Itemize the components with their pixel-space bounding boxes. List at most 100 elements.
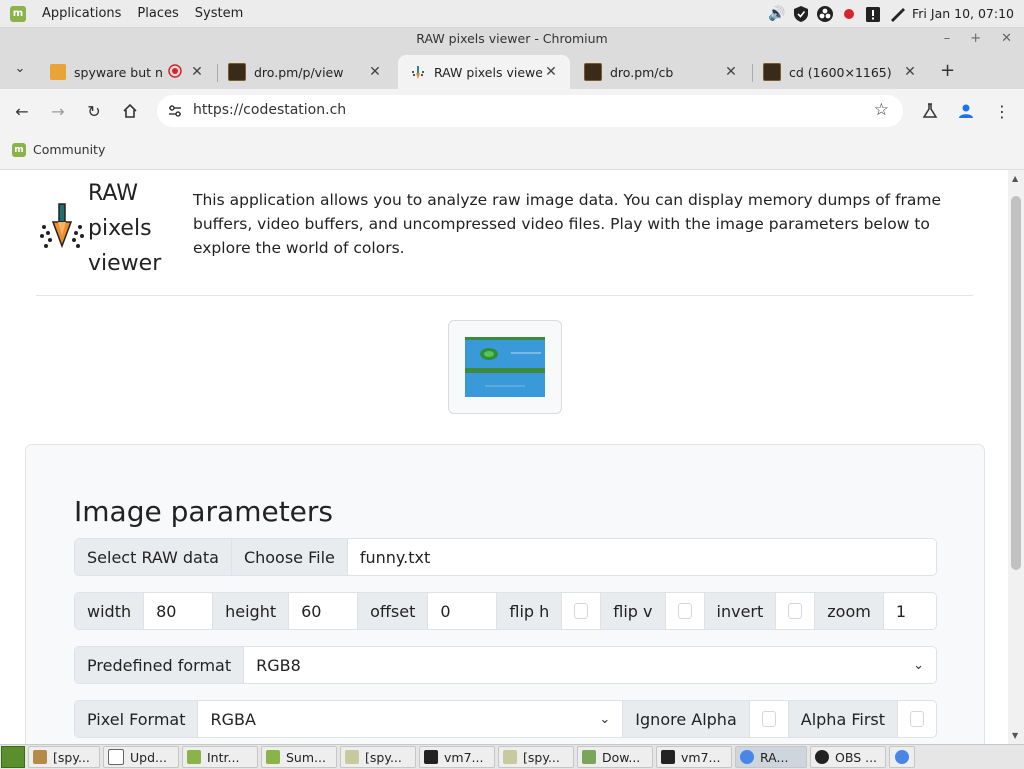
taskbar-item[interactable]: vm7... [419,746,495,768]
close-tab-icon[interactable]: ✕ [901,64,919,80]
terminal-icon [661,750,675,764]
taskbar-label: Sum... [286,749,326,765]
system-menu: m Applications Places System [10,5,243,22]
back-arrow-icon[interactable]: ← [10,99,34,123]
taskbar-item[interactable]: [spy... [498,746,574,768]
taskbar-item[interactable]: Upd... [103,746,179,768]
bookmark-community[interactable]: m Community [12,142,105,157]
taskbar-label: vm7... [444,749,484,765]
predefined-format-value: RGB8 [256,655,301,675]
close-window-button[interactable]: ✕ [1001,28,1012,50]
page-scrollbar[interactable]: ▲ ▼ [1008,170,1024,744]
alpha-first-label: Alpha First [788,701,898,737]
invert-checkbox[interactable] [776,593,816,629]
ignore-alpha-checkbox[interactable] [749,701,789,737]
address-bar[interactable]: https://codestation.ch ☆ [157,95,903,127]
maximize-button[interactable]: + [970,28,981,50]
browser-toolbar: ← → ↻ https://codestation.ch ☆ ⋮ [0,89,1024,133]
taskbar-item[interactable]: OBS ... [810,746,886,768]
image-preview-card [448,320,562,414]
taskbar-item[interactable]: Intr... [182,746,258,768]
choose-file-button[interactable]: Choose File [231,539,348,575]
app-title-line: pixels [88,216,152,241]
offset-label: offset [358,593,429,629]
zoom-label: zoom [815,593,884,629]
clock[interactable]: Fri Jan 10, 07:10 [912,6,1014,21]
forward-arrow-icon[interactable]: → [46,99,70,123]
window-controls: – + ✕ [944,28,1012,50]
menu-applications[interactable]: Applications [42,6,121,21]
app-title: RAW pixels viewer [88,176,178,281]
menu-places[interactable]: Places [137,6,178,21]
bookmark-star-icon[interactable]: ☆ [874,100,889,120]
system-top-panel: m Applications Places System 🔊 Fri Jan 1… [0,0,1024,28]
tab-cd-image[interactable]: cd (1600×1165) ✕ [751,55,929,89]
taskbar-item[interactable] [889,746,915,768]
update-manager-icon[interactable] [864,5,882,23]
show-desktop-icon[interactable] [1,746,25,768]
height-input[interactable]: 60 [289,593,359,629]
terminal-icon [424,750,438,764]
more-menu-icon[interactable]: ⋮ [990,99,1014,123]
reload-icon[interactable]: ↻ [82,99,106,123]
pixel-format-select[interactable]: RGBA ⌄ [198,701,624,737]
tab-raw-pixels-viewer[interactable]: RAW pixels viewer ✕ [398,55,570,89]
predefined-format-select[interactable]: RGB8 ⌄ [244,647,936,683]
pen-tool-icon[interactable] [888,5,906,23]
taskbar-item[interactable]: vm7... [656,746,732,768]
scroll-down-icon[interactable]: ▼ [1012,731,1018,740]
new-tab-plus-icon[interactable]: + [940,60,955,81]
taskbar-item-active[interactable]: RA... [735,746,807,768]
alpha-first-checkbox[interactable] [898,701,936,737]
flip-h-label: flip h [497,593,563,629]
scrollbar-thumb[interactable] [1011,196,1021,570]
labs-flask-icon[interactable] [918,99,942,123]
ignore-alpha-label: Ignore Alpha [623,701,750,737]
width-input[interactable]: 80 [144,593,214,629]
flip-v-checkbox[interactable] [665,593,705,629]
url-text[interactable]: https://codestation.ch [193,102,346,118]
divider [36,295,973,296]
close-tab-icon[interactable]: ✕ [542,64,560,80]
page-favicon-icon [50,64,66,80]
tab-dro-view[interactable]: dro.pm/p/view ✕ [216,55,394,89]
close-tab-icon[interactable]: ✕ [722,64,740,80]
profile-avatar-icon[interactable] [954,99,978,123]
bookmark-label: Community [33,142,106,157]
taskbar-item[interactable]: Dow... [577,746,653,768]
close-tab-icon[interactable]: ✕ [366,64,384,80]
site-settings-icon[interactable] [165,101,185,121]
mint-icon [187,750,201,764]
flip-h-checkbox[interactable] [562,593,602,629]
taskbar-item[interactable]: [spy... [340,746,416,768]
tab-strip: ⌄ spyware but n ✕ dro.pm/p/view ✕ RAW pi… [0,50,1024,89]
minimize-button[interactable]: – [944,28,951,50]
shield-icon[interactable] [792,5,810,23]
zoom-input[interactable]: 1 [883,593,936,629]
selected-filename[interactable]: funny.txt [347,539,936,575]
taskbar-label: RA... [760,749,789,765]
bookmarks-bar: m Community [0,133,1024,170]
tab-spyware[interactable]: spyware but n ✕ [38,55,216,89]
tab-dro-cb[interactable]: dro.pm/cb ✕ [572,55,750,89]
chevron-down-icon: ⌄ [599,711,611,727]
menu-system[interactable]: System [195,6,243,21]
taskbar-item[interactable]: Sum... [261,746,337,768]
folder-icon [503,750,517,764]
tab-search-chevron-icon[interactable]: ⌄ [10,58,30,78]
volume-icon[interactable]: 🔊 [768,5,786,23]
recording-indicator-icon[interactable] [840,5,858,23]
taskbar-item[interactable]: [spy... [28,746,100,768]
mint-icon [266,750,280,764]
height-label: height [213,593,290,629]
home-icon[interactable] [118,99,142,123]
predefined-format-label: Predefined format [75,647,245,683]
mint-menu-icon[interactable]: m [10,5,26,22]
close-tab-icon[interactable]: ✕ [188,64,206,80]
select-raw-label: Select RAW data [75,539,232,575]
scroll-up-icon[interactable]: ▲ [1012,174,1018,183]
taskbar-label: Intr... [207,749,240,765]
offset-input[interactable]: 0 [428,593,498,629]
obs-tray-icon[interactable] [816,5,834,23]
taskbar-label: OBS ... [835,749,878,765]
